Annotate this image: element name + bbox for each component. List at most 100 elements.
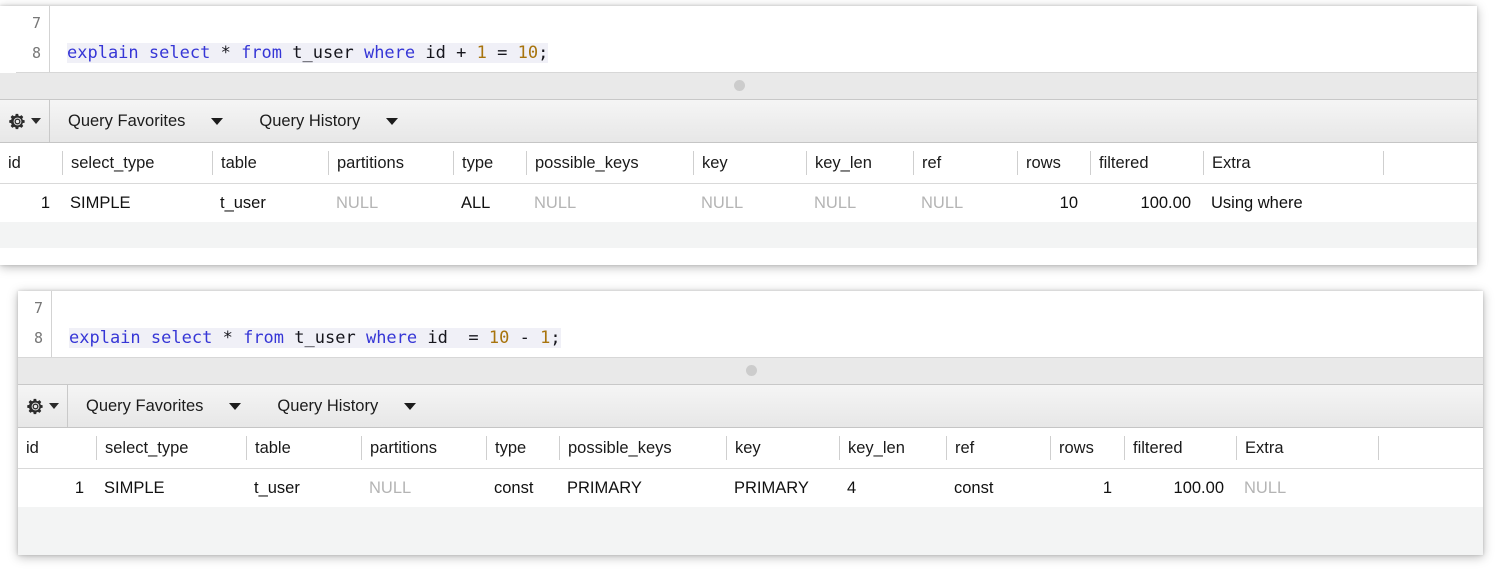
sql-token: t_user (292, 43, 354, 63)
table-cell[interactable]: NULL (913, 194, 1017, 213)
table-cell[interactable]: ALL (453, 194, 526, 213)
table-cell[interactable]: 4 (839, 479, 946, 498)
table-cell[interactable]: const (946, 479, 1050, 498)
table-cell[interactable]: 100.00 (1090, 194, 1203, 213)
table-cell[interactable]: NULL (806, 194, 913, 213)
query-favorites-label: Query Favorites (86, 396, 204, 415)
column-header[interactable]: key_len (839, 436, 946, 460)
panel-splitter-2[interactable] (18, 358, 1483, 385)
table-cell[interactable]: SIMPLE (96, 479, 246, 498)
column-header[interactable]: Extra (1236, 436, 1378, 460)
column-header[interactable]: table (246, 436, 361, 460)
table-cell[interactable]: const (486, 479, 559, 498)
table-cell[interactable]: PRIMARY (559, 479, 726, 498)
query-history-button-1[interactable]: Query History (241, 100, 416, 142)
chevron-down-icon[interactable] (229, 402, 242, 410)
column-header[interactable]: key_len (806, 151, 913, 175)
sql-editor-2[interactable]: 7 8 explain select * from t_user where i… (18, 291, 1483, 358)
explain-results-grid-2: id select_type table partitions type possible… (18, 428, 1483, 555)
query-result-panel-1: 7 8 explain select * from t_user where i… (0, 6, 1477, 265)
table-cell[interactable]: 1 (0, 194, 62, 213)
sql-token: 1 (476, 43, 487, 63)
code-line-sql[interactable]: explain select * from t_user where id + … (51, 38, 1477, 68)
code-area-2[interactable]: explain select * from t_user where id = … (53, 291, 1483, 357)
sql-token: + (456, 43, 467, 63)
column-header[interactable]: id (18, 436, 96, 460)
table-cell[interactable]: t_user (212, 194, 328, 213)
column-header[interactable]: type (486, 436, 559, 460)
chevron-down-icon[interactable] (386, 117, 399, 125)
grid-empty-area-1 (0, 222, 1477, 248)
query-history-label: Query History (259, 111, 361, 130)
code-line-sql[interactable]: explain select * from t_user where id = … (53, 323, 1483, 353)
column-header[interactable]: possible_keys (559, 436, 726, 460)
column-header[interactable]: partitions (328, 151, 453, 175)
gear-menu-button-2[interactable] (18, 385, 68, 427)
chevron-down-icon[interactable] (211, 117, 224, 125)
column-header[interactable]: key (693, 151, 806, 175)
splitter-grip-icon[interactable] (745, 365, 757, 376)
splitter-grip-icon[interactable] (733, 80, 745, 91)
table-cell[interactable]: NULL (361, 479, 486, 498)
column-header[interactable]: key (726, 436, 839, 460)
column-header[interactable]: partitions (361, 436, 486, 460)
column-header[interactable]: select_type (96, 436, 246, 460)
sql-editor-1[interactable]: 7 8 explain select * from t_user where i… (16, 6, 1477, 73)
column-header[interactable]: possible_keys (526, 151, 693, 175)
sql-token: ; (538, 43, 549, 63)
column-header[interactable]: filtered (1124, 436, 1236, 460)
column-header[interactable]: table (212, 151, 328, 175)
query-result-panel-2: 7 8 explain select * from t_user where i… (18, 291, 1483, 555)
column-header[interactable]: rows (1017, 151, 1090, 175)
column-header[interactable]: ref (946, 436, 1050, 460)
table-cell[interactable]: 1 (1050, 479, 1124, 498)
query-favorites-button-1[interactable]: Query Favorites (50, 100, 241, 142)
panel-splitter-1[interactable] (0, 73, 1477, 100)
table-cell[interactable]: SIMPLE (62, 194, 212, 213)
column-header[interactable]: type (453, 151, 526, 175)
column-header[interactable]: rows (1050, 436, 1124, 460)
table-row[interactable]: 1 SIMPLE t_user NULL const PRIMARY PRIMARY 4 con… (18, 469, 1483, 507)
gear-menu-button-1[interactable] (0, 100, 50, 142)
column-header[interactable]: Extra (1203, 151, 1383, 175)
query-favorites-button-2[interactable]: Query Favorites (68, 385, 259, 427)
sql-token: ; (550, 328, 561, 348)
query-favorites-label: Query Favorites (68, 111, 186, 130)
table-cell[interactable]: NULL (328, 194, 453, 213)
code-area-1[interactable]: explain select * from t_user where id + … (51, 6, 1477, 72)
table-cell[interactable]: 1 (18, 479, 96, 498)
table-cell[interactable]: NULL (693, 194, 806, 213)
chevron-down-icon[interactable] (404, 402, 417, 410)
sql-token: * (222, 328, 233, 348)
column-header[interactable]: select_type (62, 151, 212, 175)
sql-token: where (365, 328, 418, 348)
column-header[interactable]: filtered (1090, 151, 1203, 175)
query-history-label: Query History (277, 396, 379, 415)
query-history-button-2[interactable]: Query History (259, 385, 434, 427)
table-cell[interactable]: PRIMARY (726, 479, 839, 498)
table-row[interactable]: 1 SIMPLE t_user NULL ALL NULL NULL NULL NULL 10 10… (0, 184, 1477, 222)
sql-token: t_user (294, 328, 356, 348)
table-cell[interactable]: NULL (1236, 479, 1378, 498)
column-header[interactable]: id (0, 151, 62, 175)
line-number: 8 (33, 329, 43, 347)
column-header[interactable]: ref (913, 151, 1017, 175)
sql-token: * (220, 43, 231, 63)
column-header[interactable] (1383, 151, 1451, 175)
table-cell[interactable]: NULL (526, 194, 693, 213)
table-cell[interactable]: 100.00 (1124, 479, 1236, 498)
table-cell[interactable]: 10 (1017, 194, 1090, 213)
sql-token: = (468, 328, 479, 348)
table-cell[interactable]: t_user (246, 479, 361, 498)
column-header[interactable] (1378, 436, 1436, 460)
table-cell[interactable]: Using where (1203, 194, 1383, 213)
